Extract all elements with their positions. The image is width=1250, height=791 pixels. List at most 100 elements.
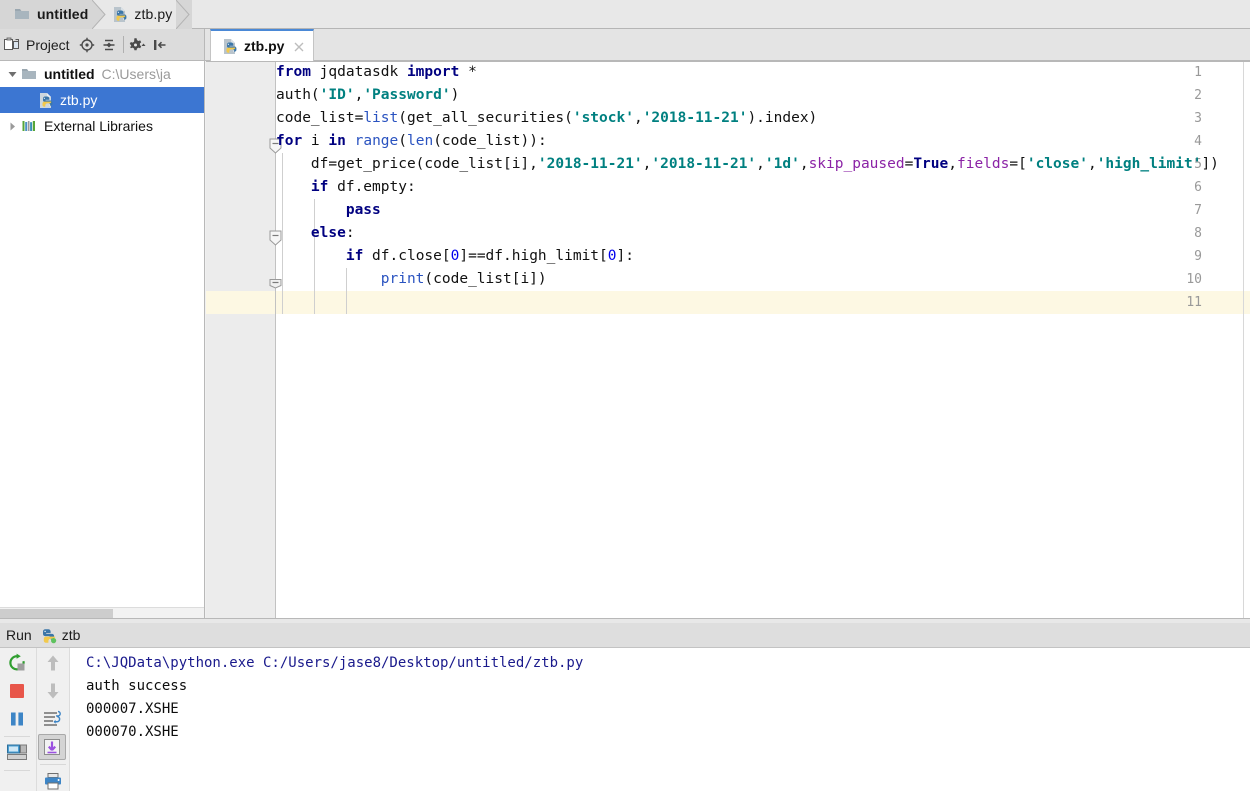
python-file-icon (38, 92, 54, 109)
code-text-area[interactable]: from jqdatasdk import * auth('ID','Passw… (276, 61, 1250, 618)
code-token: df.empty: (328, 179, 416, 195)
tab-ztb-py[interactable]: ztb.py (210, 29, 315, 61)
console-line-output: auth success (86, 678, 188, 694)
code-token: len (407, 133, 434, 149)
chevron-down-icon[interactable] (4, 61, 21, 87)
editor-tabstrip: ztb.py (205, 29, 1250, 61)
code-line-1: from jqdatasdk import * (276, 61, 1250, 84)
code-token: 'close' (1026, 156, 1088, 172)
breadcrumb-label-project: untitled (37, 6, 89, 22)
scrollbar-thumb[interactable] (0, 609, 113, 618)
tree-label-external-libraries: External Libraries (44, 118, 153, 134)
breadcrumb-item-project[interactable]: untitled (0, 0, 93, 29)
tree-path-untitled: C:\Users\ja (101, 66, 171, 82)
hide-panel-icon[interactable] (149, 33, 171, 57)
code-token: fields (956, 156, 1010, 172)
code-token: * (459, 64, 477, 80)
code-line-10: print(code_list[i]) (276, 268, 1250, 291)
code-token: , (633, 110, 643, 126)
tree-indent-spacer-2 (21, 87, 38, 113)
run-config-name: ztb (61, 627, 81, 643)
toolbar-divider-2 (4, 770, 30, 771)
project-tree-panel[interactable]: untitled C:\Users\ja ztb.py External Lib… (0, 61, 205, 618)
code-token: jqdatasdk (310, 64, 407, 80)
code-line-4: for i in range(len(code_list)): (276, 130, 1250, 153)
python-run-icon (39, 626, 57, 644)
code-token: , (799, 156, 809, 172)
code-line-9: if df.close[0]==df.high_limit[0]: (276, 245, 1250, 268)
code-token: else (310, 225, 346, 241)
pycharm-window: untitled ztb.py Project ztb.py untitled … (0, 0, 1250, 791)
console-line-command: C:\JQData\python.exe C:/Users/jase8/Desk… (86, 655, 584, 671)
code-line-2: auth('ID','Password') (276, 84, 1250, 107)
arrow-up-icon[interactable] (39, 650, 67, 676)
code-line-3: code_list=list(get_all_securities('stock… (276, 107, 1250, 130)
code-token: , (1087, 156, 1097, 172)
console-line-output: 000070.XSHE (86, 724, 179, 740)
console-line-output: 000007.XSHE (86, 701, 179, 717)
code-token: (code_list)): (433, 133, 547, 149)
code-token: (get_all_securities( (398, 110, 573, 126)
code-token: 'ID' (319, 87, 355, 103)
python-file-icon (222, 38, 238, 55)
code-editor[interactable]: 1 2 3 4 5 6 7 8 9 10 11 from jqdatasdk i… (206, 61, 1250, 618)
print-icon[interactable] (39, 768, 67, 791)
arrow-down-icon[interactable] (39, 678, 67, 704)
scroll-to-end-icon[interactable] (38, 734, 66, 760)
project-horizontal-scrollbar[interactable] (0, 607, 204, 618)
toolbar-divider (4, 736, 30, 737)
code-token: 'stock' (572, 110, 634, 126)
project-toolbar: Project (0, 29, 205, 61)
editor-top-border (206, 61, 1250, 62)
soft-wrap-icon[interactable] (39, 706, 67, 732)
folder-icon (14, 7, 30, 21)
code-token: (code_list[i]) (424, 271, 547, 287)
locate-icon[interactable] (76, 33, 98, 57)
chevron-right-icon[interactable] (4, 113, 21, 139)
code-token: range (354, 133, 399, 149)
code-line-8: else: (276, 222, 1250, 245)
rerun-icon[interactable] (3, 650, 31, 676)
code-token: pass (345, 202, 381, 218)
layout-icon[interactable] (3, 740, 31, 766)
run-panel-header: Run ztb (0, 623, 1250, 648)
stop-icon[interactable] (3, 678, 31, 704)
code-token: ]: (616, 248, 634, 264)
tree-row-untitled[interactable]: untitled C:\Users\ja (0, 61, 204, 87)
code-token: list (363, 110, 399, 126)
project-panel-title: Project (26, 36, 70, 53)
toolbar-divider-3 (40, 764, 66, 765)
code-token: for (276, 133, 303, 149)
pause-icon[interactable] (3, 706, 31, 732)
code-token: '1d' (764, 156, 800, 172)
code-token: in (328, 133, 346, 149)
tree-row-ztb-py[interactable]: ztb.py (0, 87, 204, 113)
breadcrumb-item-file[interactable]: ztb.py (108, 0, 177, 29)
run-panel-body: C:\JQData\python.exe C:/Users/jase8/Desk… (0, 648, 1250, 791)
project-view-icon[interactable] (0, 33, 22, 57)
run-left-toolbar (0, 648, 37, 791)
code-token: '2018-11-21' (651, 156, 757, 172)
code-token: True (913, 156, 949, 172)
code-token: import (406, 64, 460, 80)
tree-row-external-libraries[interactable]: External Libraries (0, 113, 204, 139)
code-token: : (345, 225, 355, 241)
code-token: from (276, 64, 311, 80)
code-line-6: if df.empty: (276, 176, 1250, 199)
code-token: auth( (276, 87, 320, 103)
run-console-output[interactable]: C:\JQData\python.exe C:/Users/jase8/Desk… (70, 648, 1250, 791)
code-token: df=get_price(code_list[i], (276, 156, 538, 172)
editor-gutter[interactable] (206, 61, 275, 618)
collapse-all-icon[interactable] (98, 33, 120, 57)
settings-gear-icon[interactable] (127, 33, 149, 57)
code-token: i (302, 133, 329, 149)
code-token: 'high_limit' (1096, 156, 1202, 172)
tree-label-ztb-py: ztb.py (60, 92, 98, 108)
close-icon[interactable] (293, 40, 305, 52)
